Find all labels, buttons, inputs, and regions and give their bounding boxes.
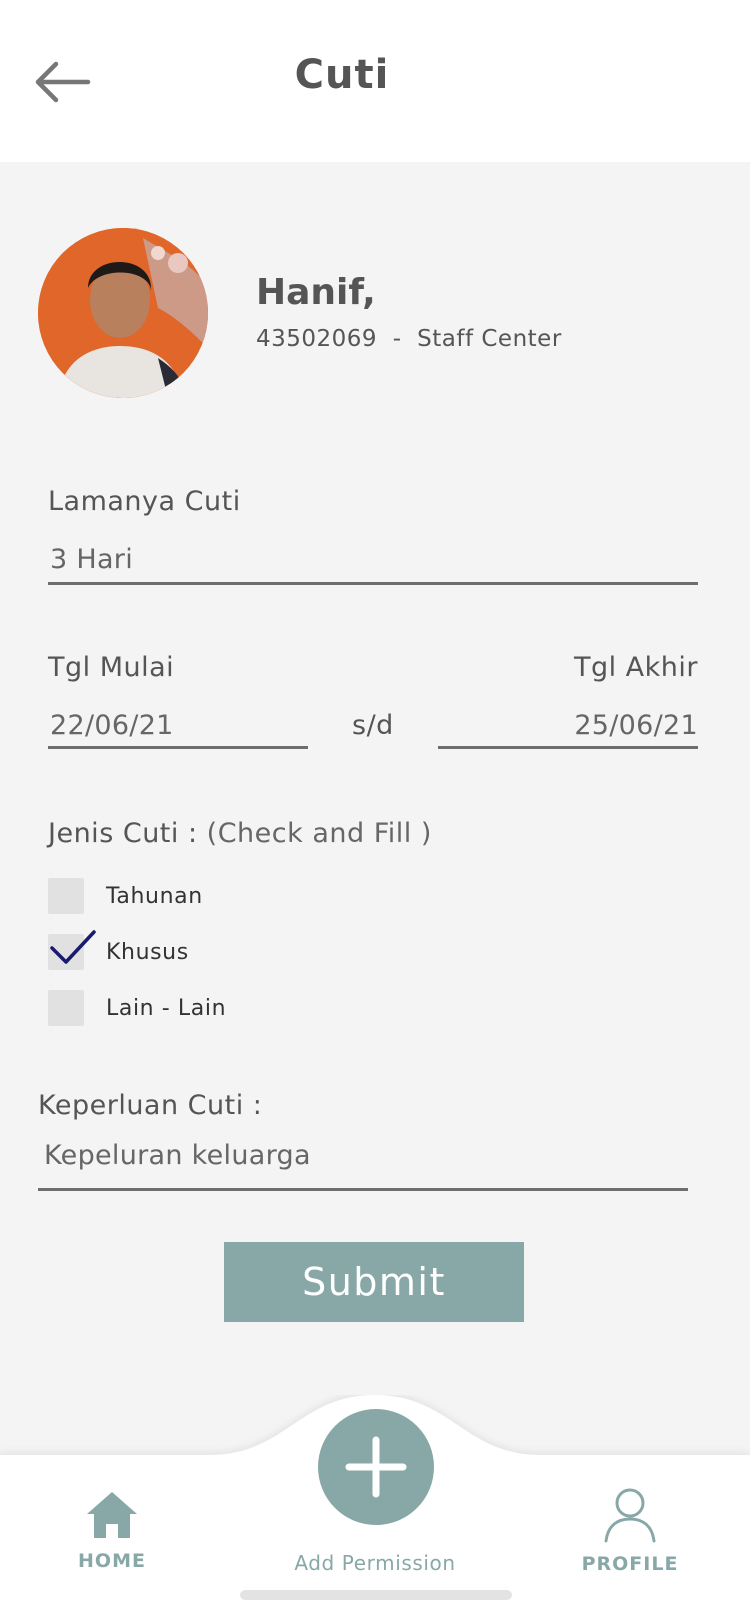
checkbox-label: Khusus: [106, 939, 189, 965]
profile-details: 43502069 - Staff Center: [256, 326, 562, 352]
profile-separator: -: [392, 326, 402, 352]
leave-option-lain-lain[interactable]: Lain - Lain: [48, 990, 226, 1026]
checkbox[interactable]: [48, 990, 84, 1026]
leave-option-tahunan[interactable]: Tahunan: [48, 878, 203, 914]
start-date-field[interactable]: 22/06/21: [50, 710, 174, 741]
end-date-underline: [438, 746, 698, 749]
purpose-label: Keperluan Cuti :: [38, 1090, 263, 1121]
home-indicator: [240, 1590, 512, 1600]
start-date-label: Tgl Mulai: [48, 652, 175, 683]
checkbox-label: Lain - Lain: [106, 995, 227, 1021]
app-header: Cuti: [0, 0, 750, 162]
employee-id: 43502069: [256, 326, 378, 352]
leave-type-heading: Jenis Cuti : (Check and Fill ): [48, 818, 432, 849]
submit-button[interactable]: Submit: [224, 1242, 524, 1322]
home-icon: [87, 1492, 137, 1538]
nav-home[interactable]: HOME: [42, 1490, 182, 1590]
date-range-separator: s/d: [352, 710, 394, 741]
user-icon: [604, 1488, 656, 1543]
nav-profile[interactable]: PROFILE: [560, 1487, 700, 1587]
plus-icon: [345, 1436, 407, 1498]
start-date-underline: [48, 746, 308, 749]
checkbox[interactable]: [48, 878, 84, 914]
duration-underline: [48, 582, 698, 585]
employee-role: Staff Center: [417, 326, 562, 352]
purpose-underline: [38, 1188, 688, 1191]
checkbox-label: Tahunan: [106, 883, 203, 909]
leave-type-hint: (Check and Fill ): [197, 818, 432, 849]
end-date-field[interactable]: 25/06/21: [574, 710, 698, 741]
duration-field[interactable]: 3 Hari: [50, 544, 133, 575]
page-title: Cuti: [294, 52, 390, 98]
checkmark-icon: [50, 930, 96, 964]
nav-profile-label: PROFILE: [581, 1553, 679, 1575]
add-permission-label: Add Permission: [294, 1551, 456, 1575]
leave-type-label: Jenis Cuti :: [48, 818, 198, 849]
avatar: [38, 228, 208, 398]
profile-name: Hanif,: [256, 272, 376, 313]
nav-home-label: HOME: [78, 1550, 146, 1572]
end-date-label: Tgl Akhir: [573, 652, 698, 683]
add-permission-button[interactable]: [318, 1409, 434, 1525]
checkbox-checked[interactable]: [48, 930, 96, 970]
duration-label: Lamanya Cuti: [48, 486, 241, 517]
purpose-field[interactable]: Kepeluran keluarga: [44, 1140, 311, 1171]
leave-option-khusus[interactable]: Khusus: [48, 930, 189, 970]
